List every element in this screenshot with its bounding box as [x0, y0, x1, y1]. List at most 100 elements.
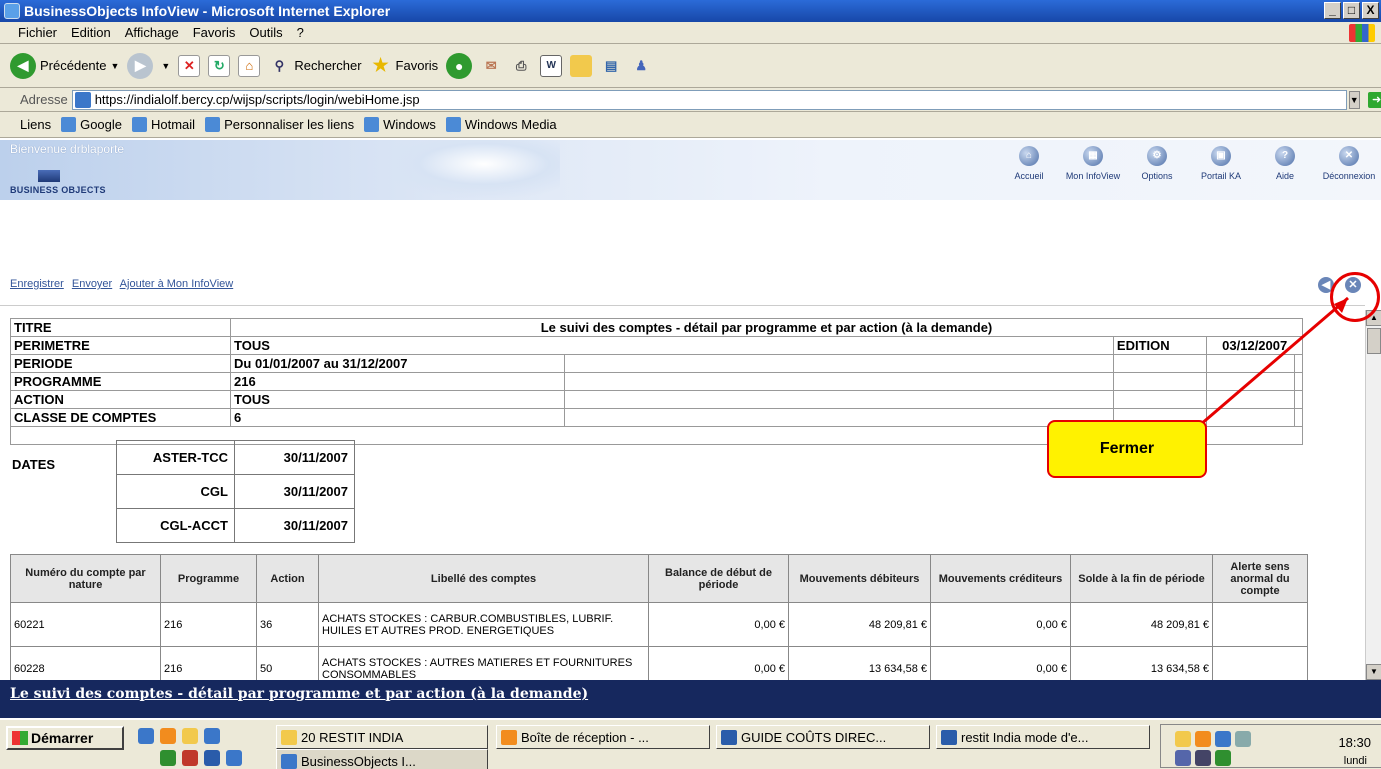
home-icon: ⌂ [1019, 146, 1039, 166]
maximize-button[interactable]: □ [1343, 2, 1360, 19]
tray-sync-icon[interactable] [1215, 750, 1231, 766]
tray-mail-icon[interactable] [1175, 731, 1191, 747]
nav-accueil[interactable]: ⌂ Accueil [997, 146, 1061, 181]
report-footer-link[interactable]: Le suivi des comptes - détail par progra… [10, 686, 588, 702]
go-arrow-icon: ➜ [1367, 91, 1381, 108]
scroll-down-button[interactable]: ▼ [1366, 664, 1381, 680]
menu-affichage[interactable]: Affichage [125, 25, 179, 40]
empty-cell [564, 354, 1114, 373]
date-source: CGL-ACCT [116, 508, 235, 543]
refresh-icon[interactable]: ↻ [208, 54, 231, 77]
back-button[interactable]: ◀ Précédente ▼ [10, 52, 120, 79]
forward-button[interactable]: ▶ [127, 52, 154, 79]
link-windows[interactable]: Windows [364, 117, 436, 132]
folder-icon[interactable] [182, 728, 198, 744]
add-to-infoview-link[interactable]: Ajouter à Mon InfoView [120, 278, 234, 290]
annotation-callout: Fermer [1047, 420, 1207, 478]
annotation-circle [1330, 272, 1380, 322]
link-icon [205, 117, 221, 132]
empty-cell [1293, 390, 1304, 409]
window-controls: _ □ X [1324, 2, 1379, 19]
print-icon[interactable]: ⎙ [510, 55, 532, 77]
taskbar-button-active[interactable]: BusinessObjects I... [276, 749, 488, 769]
excel-icon[interactable] [160, 750, 176, 766]
programme-value: 216 [229, 372, 566, 391]
tray-volume-icon[interactable] [1195, 750, 1211, 766]
messenger-icon[interactable]: ♟ [630, 55, 652, 77]
menu-outils[interactable]: Outils [249, 25, 282, 40]
search-button[interactable]: ⚲ Rechercher [268, 55, 362, 77]
classe-value: 6 [229, 408, 566, 427]
column-header: Alerte sens anormal du compte [1212, 554, 1308, 603]
home-icon[interactable]: ⌂ [238, 54, 261, 77]
research-icon[interactable]: ▤ [600, 55, 622, 77]
address-dropdown-button[interactable]: ▼ [1348, 90, 1360, 109]
taskbar-button[interactable]: GUIDE COÛTS DIREC... [716, 725, 930, 749]
nav-portail-ka[interactable]: ▣ Portail KA [1189, 146, 1253, 181]
nav-options[interactable]: ⚙ Options [1125, 146, 1189, 181]
menu-help[interactable]: ? [297, 25, 304, 40]
outlook-icon[interactable] [160, 728, 176, 744]
minimize-button[interactable]: _ [1324, 2, 1341, 19]
chevron-down-icon: ▼ [110, 60, 120, 71]
menu-edition[interactable]: Edition [71, 25, 111, 40]
favorites-button[interactable]: ★ Favoris [370, 55, 438, 77]
link-google[interactable]: Google [61, 117, 122, 132]
media-icon[interactable]: ● [446, 52, 473, 79]
nav-mon-infoview[interactable]: ▦ Mon InfoView [1061, 146, 1125, 181]
back-label: Précédente [40, 58, 107, 73]
desktop-icon[interactable] [204, 728, 220, 744]
word-icon[interactable] [204, 750, 220, 766]
mail-icon[interactable]: ✉ [480, 55, 502, 77]
nav-deconnexion[interactable]: ✕ Déconnexion [1317, 146, 1381, 181]
clock-day: lundi [1343, 755, 1367, 767]
link-hotmail[interactable]: Hotmail [132, 117, 195, 132]
nav-label: Accueil [1014, 171, 1044, 181]
ie-icon[interactable] [226, 750, 242, 766]
titre-label: TITRE [10, 318, 231, 337]
windows-flag-icon [12, 731, 28, 745]
tray-outlook-icon[interactable] [1195, 731, 1211, 747]
link-personnaliser[interactable]: Personnaliser les liens [205, 117, 354, 132]
link-windows-media[interactable]: Windows Media [445, 117, 557, 132]
dates-table: ASTER-TCC 30/11/2007 CGL 30/11/2007 CGL-AC… [116, 440, 355, 543]
column-header: Mouvements débiteurs [788, 554, 931, 603]
tray-printer-icon[interactable] [1235, 731, 1251, 747]
taskbar-button[interactable]: Boîte de réception - ... [496, 725, 710, 749]
nav-aide[interactable]: ? Aide [1253, 146, 1317, 181]
empty-cell [1112, 390, 1208, 409]
column-header: Mouvements créditeurs [930, 554, 1071, 603]
scroll-thumb[interactable] [1367, 328, 1381, 354]
perimetre-value: TOUS [230, 336, 1114, 355]
taskbar-button[interactable]: restit India mode d'e... [936, 725, 1150, 749]
folder-icon[interactable] [570, 54, 593, 77]
folder-icon [281, 729, 297, 745]
close-button[interactable]: X [1362, 2, 1379, 19]
address-input[interactable]: https://indialolf.bercy.cp/wijsp/scripts… [71, 89, 1347, 110]
word-icon[interactable]: W [540, 54, 563, 77]
portal-icon: ▣ [1211, 146, 1231, 166]
menu-favoris[interactable]: Favoris [193, 25, 236, 40]
tray-network-icon[interactable] [1215, 731, 1231, 747]
empty-cell [1206, 354, 1295, 373]
empty-cell [1206, 372, 1295, 391]
save-link[interactable]: Enregistrer [10, 278, 64, 290]
start-button[interactable]: Démarrer [6, 726, 124, 750]
vertical-scrollbar[interactable]: ▲ ▼ [1365, 310, 1381, 680]
menu-fichier[interactable]: Fichier [18, 25, 57, 40]
powerpoint-icon[interactable] [182, 750, 198, 766]
report-title: Le suivi des comptes - détail par progra… [230, 318, 1303, 337]
empty-cell [1112, 354, 1208, 373]
ie-icon[interactable] [138, 728, 154, 744]
stop-icon[interactable]: ✕ [178, 54, 201, 77]
links-label: Liens [20, 117, 52, 132]
tray-shield-icon[interactable] [1175, 750, 1191, 766]
go-button[interactable]: ➜ OK [1367, 91, 1381, 108]
link-icon [132, 117, 147, 132]
address-bar: Adresse https://indialolf.bercy.cp/wijsp… [0, 88, 1381, 112]
nav-label: Aide [1275, 171, 1294, 181]
dates-label: DATES [12, 457, 56, 472]
send-link[interactable]: Envoyer [72, 278, 112, 290]
cell-alerte [1212, 602, 1308, 647]
taskbar-button[interactable]: 20 RESTIT INDIA [276, 725, 488, 749]
